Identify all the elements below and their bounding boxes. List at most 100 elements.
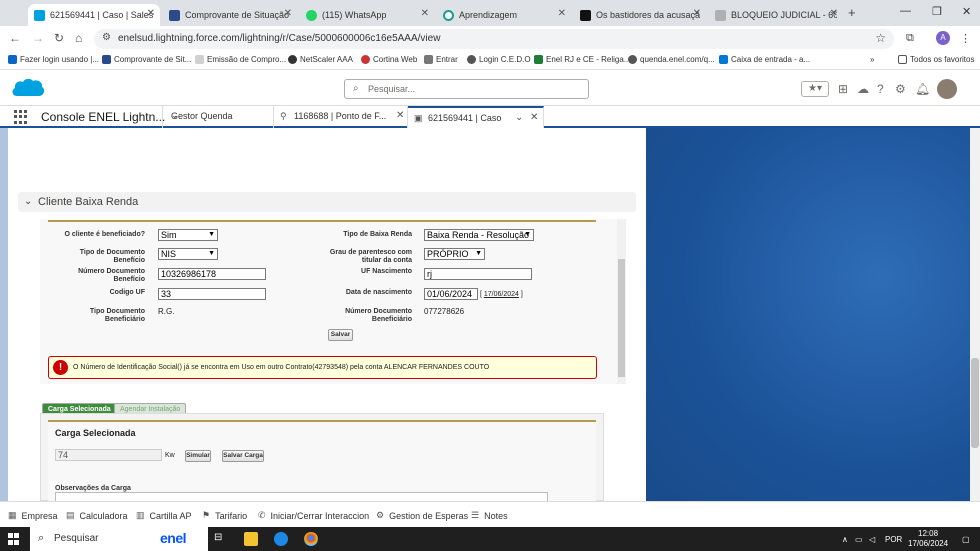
chevron-down-icon: ▼ (208, 231, 215, 238)
beneficiado-select[interactable]: Sim ▼ (158, 229, 218, 241)
section-header-baixa-renda[interactable]: ⌄ Cliente Baixa Renda (18, 192, 636, 212)
back-arrow-icon[interactable]: ← (9, 31, 21, 45)
frame-scrollbar[interactable] (617, 219, 626, 384)
utility-tarifario[interactable]: ⚑ Tarifario (202, 510, 247, 521)
bookmark-item[interactable]: Cortina Web (361, 55, 417, 64)
all-bookmarks[interactable]: Todos os favoritos (898, 55, 974, 64)
bookmark-item[interactable]: Fazer login usando |... (8, 55, 99, 64)
bookmark-item[interactable]: NetScaler AAA (288, 55, 353, 64)
utility-gestion-esperas[interactable]: ⚙ Gestion de Esperas (376, 510, 468, 521)
close-tab-icon[interactable]: ✕ (830, 8, 838, 19)
error-message-box: ! O Número de Identificação Social() já … (48, 356, 597, 379)
minimize-icon[interactable]: — (900, 5, 911, 17)
browser-tab-aprendizagem[interactable]: Aprendizagem ✕ (437, 4, 571, 26)
restore-icon[interactable]: ❐ (932, 5, 942, 18)
tray-overflow-icon[interactable]: ∧ (842, 535, 848, 544)
gear-icon[interactable]: ⚙ (895, 82, 906, 96)
chrome-browser-icon[interactable] (304, 532, 318, 546)
profile-avatar-icon[interactable]: A (936, 31, 950, 45)
task-view-icon[interactable]: ⊟ (214, 532, 228, 546)
bookmark-item[interactable]: Login C.E.D.O (467, 55, 531, 64)
help-icon[interactable]: ? (877, 82, 884, 96)
grau-parentesco-select[interactable]: PRÓPRIO ▼ (424, 248, 485, 260)
page-scrollbar[interactable] (970, 128, 980, 501)
network-icon[interactable]: ▭ (855, 535, 863, 544)
close-tab-icon[interactable]: ✕ (530, 112, 538, 123)
app-launcher-icon[interactable] (14, 110, 28, 124)
address-bar[interactable]: ⚙ enelsud.lightning.force.com/lightning/… (94, 29, 894, 49)
workspace-tab-caso[interactable]: ▣ 621569441 | Caso ⌄ ✕ (408, 106, 544, 128)
navigation-menu[interactable]: Gestor Quenda ⌄ (162, 106, 274, 128)
browser-tab-bloqueio[interactable]: BLOQUEIO JUDICIAL - 60100 ✕ (709, 4, 843, 26)
bookmark-item[interactable]: Emissão de Compro... (195, 55, 286, 64)
phone-icon: ✆ (258, 510, 266, 520)
bookmark-item[interactable]: Entrar (424, 55, 458, 64)
global-search-input[interactable]: ⌕ Pesquisar... (344, 79, 589, 99)
home-icon[interactable]: ⌂ (75, 31, 82, 45)
bookmark-item[interactable]: quenda.enel.com/q... (628, 55, 715, 64)
file-explorer-icon[interactable] (244, 532, 258, 546)
chevron-down-icon: ▼ (524, 231, 531, 238)
global-actions-icon[interactable]: ⊞ (838, 82, 848, 96)
language-indicator[interactable]: POR (885, 535, 902, 544)
close-tab-icon[interactable]: ✕ (693, 8, 701, 19)
bookmarks-overflow-icon[interactable]: » (870, 55, 874, 64)
user-avatar[interactable] (937, 79, 957, 99)
close-tab-icon[interactable]: ✕ (396, 110, 404, 121)
windows-start-icon[interactable] (8, 533, 20, 545)
numero-documento-input[interactable]: 10326986178 (158, 268, 266, 280)
browser-tab-comprovante[interactable]: Comprovante de Situação Cadastral ✕ (163, 4, 297, 26)
window-close-icon[interactable]: ✕ (962, 5, 971, 18)
new-tab-icon[interactable]: + (848, 5, 856, 20)
data-nascimento-input[interactable]: 01/06/2024 (424, 288, 478, 300)
tipo-baixa-renda-select[interactable]: Baixa Renda - Resolução ▼ (424, 229, 534, 241)
utility-notes[interactable]: ☰ Notes (471, 510, 508, 521)
utility-cartilla-ap[interactable]: ▥ Cartilla AP (136, 510, 192, 521)
workspace-tab-ponto[interactable]: ⚲ 1168688 | Ponto de F... ✕ (274, 106, 408, 128)
menu-dots-icon[interactable]: ⋮ (960, 32, 971, 45)
bookmark-favicon-icon (102, 55, 111, 64)
notifications-bell-icon[interactable]: 🔔︎ (915, 82, 930, 96)
edge-browser-icon[interactable] (274, 532, 288, 546)
bookmark-item[interactable]: Caixa de entrada - a... (719, 55, 810, 64)
scrollbar-thumb[interactable] (618, 259, 625, 377)
close-tab-icon[interactable]: ✕ (147, 8, 155, 19)
browser-tab-bastidores[interactable]: Os bastidores da acusação contra ✕ (574, 4, 706, 26)
trailhead-icon[interactable]: ☁ (857, 82, 869, 96)
close-tab-icon[interactable]: ✕ (558, 8, 566, 19)
bookmark-star-icon[interactable]: ☆ (875, 31, 886, 45)
uf-nascimento-input[interactable]: rj (424, 268, 532, 280)
scrollbar-thumb[interactable] (971, 358, 979, 448)
carga-value-input[interactable]: 74 (55, 449, 162, 461)
codigo-uf-input[interactable]: 33 (158, 288, 266, 300)
bookmark-item[interactable]: Enel RJ e CE - Religa... (534, 55, 630, 64)
salesforce-favicon-icon (34, 9, 45, 21)
save-button[interactable]: Salvar (328, 329, 353, 341)
browser-tab-salesforce-case[interactable]: 621569441 | Caso | Salesforce ✕ (28, 4, 160, 26)
notifications-icon[interactable]: ▢ (962, 535, 970, 544)
extensions-icon[interactable]: ⧉ (906, 32, 914, 45)
numero-documento-label: Número Documento Benefício (78, 268, 145, 283)
utility-calculadora[interactable]: ▤ Calculadora (66, 510, 128, 521)
taskbar-search[interactable]: ⌕ Pesquisar enel (30, 527, 208, 551)
salvar-carga-button[interactable]: Salvar Carga (222, 450, 264, 462)
tipo-documento-select[interactable]: NIS ▼ (158, 248, 218, 260)
browser-tab-whatsapp[interactable]: (115) WhatsApp ✕ (300, 4, 434, 26)
simular-button[interactable]: Simular (185, 450, 211, 462)
reload-icon[interactable]: ↻ (54, 31, 64, 45)
system-clock[interactable]: 12:08 17/06/2024 (908, 529, 948, 549)
close-tab-icon[interactable]: ✕ (421, 8, 429, 19)
volume-icon[interactable]: ◁ (869, 535, 875, 544)
forward-arrow-icon[interactable]: → (32, 31, 44, 45)
utility-iniciar-interaccion[interactable]: ✆ Iniciar/Cerrar Interaccion (258, 510, 369, 521)
bookmark-favicon-icon (424, 55, 433, 64)
close-tab-icon[interactable]: ✕ (284, 8, 292, 19)
observacoes-textarea[interactable] (55, 492, 548, 501)
today-date-link[interactable]: [ 17/06/2024 ] (480, 291, 523, 298)
utility-bar: ▦ Empresa ▤ Calculadora ▥ Cartilla AP ⚑ Tari… (0, 501, 980, 527)
site-settings-icon[interactable]: ⚙ (102, 32, 111, 43)
favorites-star-icon[interactable]: ★▾ (801, 81, 829, 97)
utility-empresa[interactable]: ▦ Empresa (8, 510, 58, 521)
chevron-down-icon[interactable]: ⌄ (515, 112, 523, 123)
bookmark-item[interactable]: Comprovante de Sit... (102, 55, 191, 64)
